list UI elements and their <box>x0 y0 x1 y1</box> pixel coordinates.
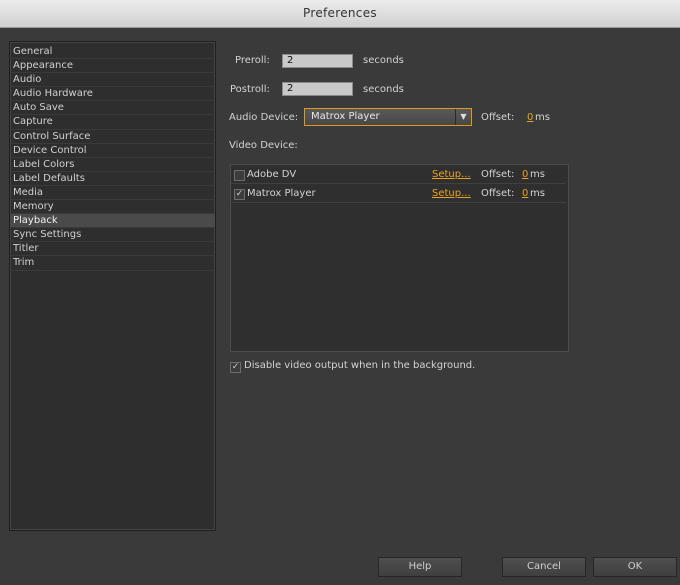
sidebar-item-label-defaults[interactable]: Label Defaults <box>10 172 215 186</box>
sidebar-item-media[interactable]: Media <box>10 186 215 201</box>
sidebar-item-audio[interactable]: Audio <box>10 73 215 88</box>
video-device-list: Adobe DV Setup... Offset: 0 ms ✓ Matrox … <box>230 164 569 352</box>
matrox-player-offset-label: Offset: <box>481 188 515 199</box>
postroll-unit: seconds <box>363 84 404 95</box>
audio-offset-label: Offset: <box>481 112 515 123</box>
video-device-row: ✓ Matrox Player Setup... Offset: 0 ms <box>231 185 566 203</box>
adobe-dv-offset-unit: ms <box>530 169 545 180</box>
adobe-dv-name: Adobe DV <box>247 169 297 180</box>
sidebar-item-audio-hardware[interactable]: Audio Hardware <box>10 87 215 102</box>
sidebar-item-label-colors[interactable]: Label Colors <box>10 158 215 172</box>
sidebar-item-playback[interactable]: Playback <box>10 214 215 229</box>
matrox-player-checkbox[interactable]: ✓ <box>234 189 245 200</box>
video-device-row: Adobe DV Setup... Offset: 0 ms <box>231 166 566 184</box>
disable-background-label: Disable video output when in the backgro… <box>244 360 476 371</box>
matrox-player-offset-unit: ms <box>530 188 545 199</box>
sidebar-item-device-control[interactable]: Device Control <box>10 144 215 158</box>
audio-offset-unit: ms <box>535 112 550 123</box>
window-title: Preferences <box>0 0 680 28</box>
adobe-dv-offset-value[interactable]: 0 <box>522 167 528 183</box>
sidebar-item-trim[interactable]: Trim <box>10 256 215 271</box>
adobe-dv-offset-label: Offset: <box>481 169 515 180</box>
audio-device-label: Audio Device: <box>229 112 299 123</box>
cancel-button[interactable]: Cancel <box>502 557 586 577</box>
sidebar-item-capture[interactable]: Capture <box>10 115 215 130</box>
adobe-dv-checkbox[interactable] <box>234 170 245 181</box>
matrox-player-offset-value[interactable]: 0 <box>522 186 528 202</box>
postroll-label: Postroll: <box>230 84 270 95</box>
sidebar-item-control-surface[interactable]: Control Surface <box>10 130 215 144</box>
audio-device-dropdown[interactable]: Matrox Player ▼ <box>304 108 472 126</box>
audio-offset-value[interactable]: 0 <box>527 112 533 123</box>
video-device-label: Video Device: <box>229 140 298 151</box>
chevron-down-icon: ▼ <box>455 109 471 125</box>
preroll-label: Preroll: <box>235 55 270 66</box>
matrox-player-name: Matrox Player <box>247 188 316 199</box>
adobe-dv-setup-link[interactable]: Setup... <box>432 167 471 183</box>
audio-device-selected: Matrox Player <box>311 111 380 122</box>
sidebar-item-auto-save[interactable]: Auto Save <box>10 101 215 116</box>
sidebar-item-memory[interactable]: Memory <box>10 200 215 215</box>
ok-button[interactable]: OK <box>593 557 677 577</box>
disable-background-checkbox[interactable]: ✓ <box>230 362 241 373</box>
sidebar-item-appearance[interactable]: Appearance <box>10 59 215 74</box>
preroll-unit: seconds <box>363 55 404 66</box>
sidebar-item-general[interactable]: General <box>10 45 215 60</box>
help-button[interactable]: Help <box>378 557 462 577</box>
sidebar-item-titler[interactable]: Titler <box>10 242 215 257</box>
matrox-player-setup-link[interactable]: Setup... <box>432 186 471 202</box>
sidebar-item-sync-settings[interactable]: Sync Settings <box>10 228 215 243</box>
category-list: General Appearance Audio Audio Hardware … <box>9 41 216 531</box>
postroll-input[interactable]: 2 <box>282 82 353 96</box>
preroll-input[interactable]: 2 <box>282 54 353 68</box>
